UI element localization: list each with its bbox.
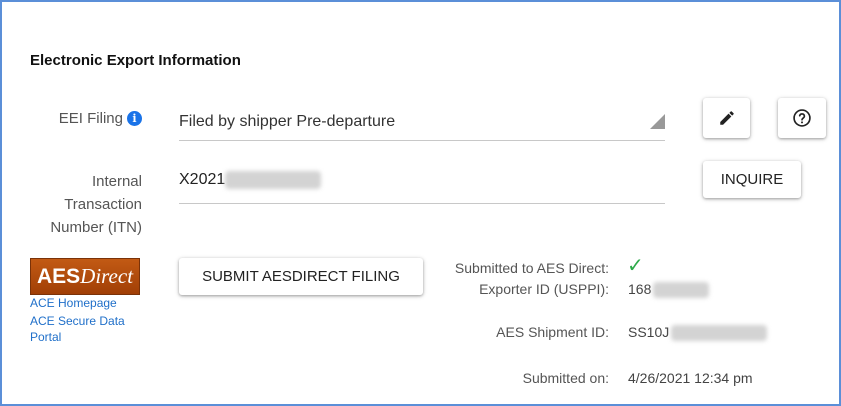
itn-label-line3: Number (ITN): [50, 219, 142, 236]
ace-homepage-link[interactable]: ACE Homepage: [30, 296, 117, 310]
ace-secure-data-portal-link[interactable]: ACE Secure Data Portal: [30, 313, 125, 345]
question-circle-icon: [793, 109, 811, 127]
exporter-id-label: Exporter ID (USPPI):: [479, 281, 609, 297]
eei-filing-label: EEI Filing: [58, 110, 123, 127]
check-icon: ✓: [627, 255, 644, 277]
edit-button[interactable]: [703, 98, 750, 138]
eei-filing-select[interactable]: Filed by shipper Pre-departure: [179, 103, 665, 141]
aes-shipment-id-label: AES Shipment ID:: [496, 324, 609, 340]
inquire-button[interactable]: INQUIRE: [703, 161, 801, 198]
help-button[interactable]: [778, 98, 826, 138]
dropdown-arrow-icon: [650, 114, 665, 129]
redacted-block: [653, 282, 710, 299]
aes-shipment-id-value: SS10J: [628, 324, 768, 342]
submitted-on-value: 4/26/2021 12:34 pm: [628, 370, 753, 386]
redacted-block: [671, 325, 768, 342]
submit-aesdirect-filing-button[interactable]: SUBMIT AESDIRECT FILING: [179, 258, 423, 295]
pencil-icon: [719, 111, 734, 125]
section-title: Electronic Export Information: [30, 52, 241, 69]
itn-input[interactable]: X2021: [179, 165, 665, 204]
redacted-block: [225, 171, 322, 189]
itn-label-line1: Internal: [91, 173, 142, 190]
exporter-id-value: 168: [628, 281, 710, 299]
itn-label: Internal Transaction Number (ITN): [50, 170, 142, 239]
info-icon[interactable]: i: [127, 111, 142, 126]
aes-direct-logo[interactable]: AESDirect: [30, 258, 140, 295]
eei-filing-label-group: EEI Filing i: [59, 107, 142, 130]
submitted-to-aes-label: Submitted to AES Direct:: [454, 260, 609, 276]
submitted-on-label: Submitted on:: [522, 370, 609, 386]
eei-filing-value: Filed by shipper Pre-departure: [179, 113, 396, 130]
itn-label-line2: Transaction: [64, 196, 142, 213]
itn-value: X2021: [179, 171, 226, 189]
